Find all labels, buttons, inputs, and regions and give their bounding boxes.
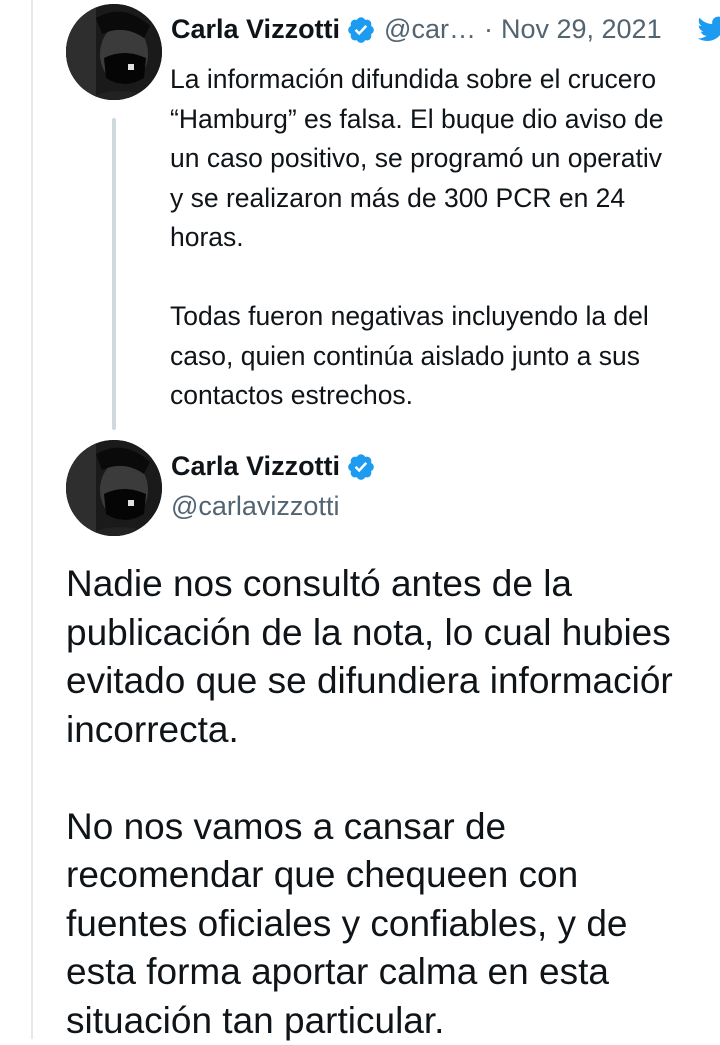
main-tweet-header: Carla Vizzotti [171,451,376,482]
author-name[interactable]: Carla Vizzotti [171,451,340,482]
tweet-text-line: La información difundida sobre el crucer… [170,60,720,100]
main-tweet-handle-row: @carlavizzotti [171,491,339,522]
reply-tweet-text: La información difundida sobre el crucer… [170,60,720,416]
author-handle[interactable]: @carlavizzotti [171,491,339,522]
tweet-text-line: fuentes oficiales y confiables, y de [66,900,720,949]
author-handle[interactable]: @car… [384,14,476,45]
tweet-text-line: incorrecta. [66,706,720,755]
tweet-text-line: y se realizaron más de 300 PCR en 24 [170,179,720,219]
paragraph-gap [170,258,720,298]
tweet-text-line: publicación de la nota, lo cual hubies [66,609,720,658]
tweet-date[interactable]: Nov 29, 2021 [501,14,662,45]
content-frame-border [31,0,33,1039]
tweet-text-line: “Hamburg” es falsa. El buque dio aviso d… [170,100,720,140]
tweet-text-line: Todas fueron negativas incluyendo la del [170,297,720,337]
verified-badge-icon [346,452,376,482]
tweet-text-line: horas. [170,218,720,258]
author-avatar[interactable] [66,440,162,536]
verified-badge-icon [346,15,376,45]
tweet-text-line: situación tan particular. [66,997,720,1045]
tweet-text-line: recomendar que chequeen con [66,851,720,900]
twitter-bird-icon[interactable] [698,16,720,42]
thread-connector-line [112,118,116,430]
separator-dot: · [484,14,493,45]
tweet-text-line: No nos vamos a cansar de [66,803,720,852]
avatar-photo [66,4,162,100]
avatar-photo [66,440,162,536]
tweet-text-line: un caso positivo, se programó un operati… [170,139,720,179]
main-tweet-text: Nadie nos consultó antes de la publicaci… [66,560,720,1045]
paragraph-gap [66,754,720,803]
author-name[interactable]: Carla Vizzotti [171,14,340,45]
tweet-text-line: contactos estrechos. [170,376,720,416]
tweet-text-line: esta forma aportar calma en esta [66,948,720,997]
tweet-text-line: Nadie nos consultó antes de la [66,560,720,609]
tweet-text-line: caso, quien continúa aislado junto a sus [170,337,720,377]
author-avatar[interactable] [66,4,162,100]
reply-tweet-header: Carla Vizzotti @car… · Nov 29, 2021 [171,14,662,45]
tweet-text-line: evitado que se difundiera informaciór [66,657,720,706]
